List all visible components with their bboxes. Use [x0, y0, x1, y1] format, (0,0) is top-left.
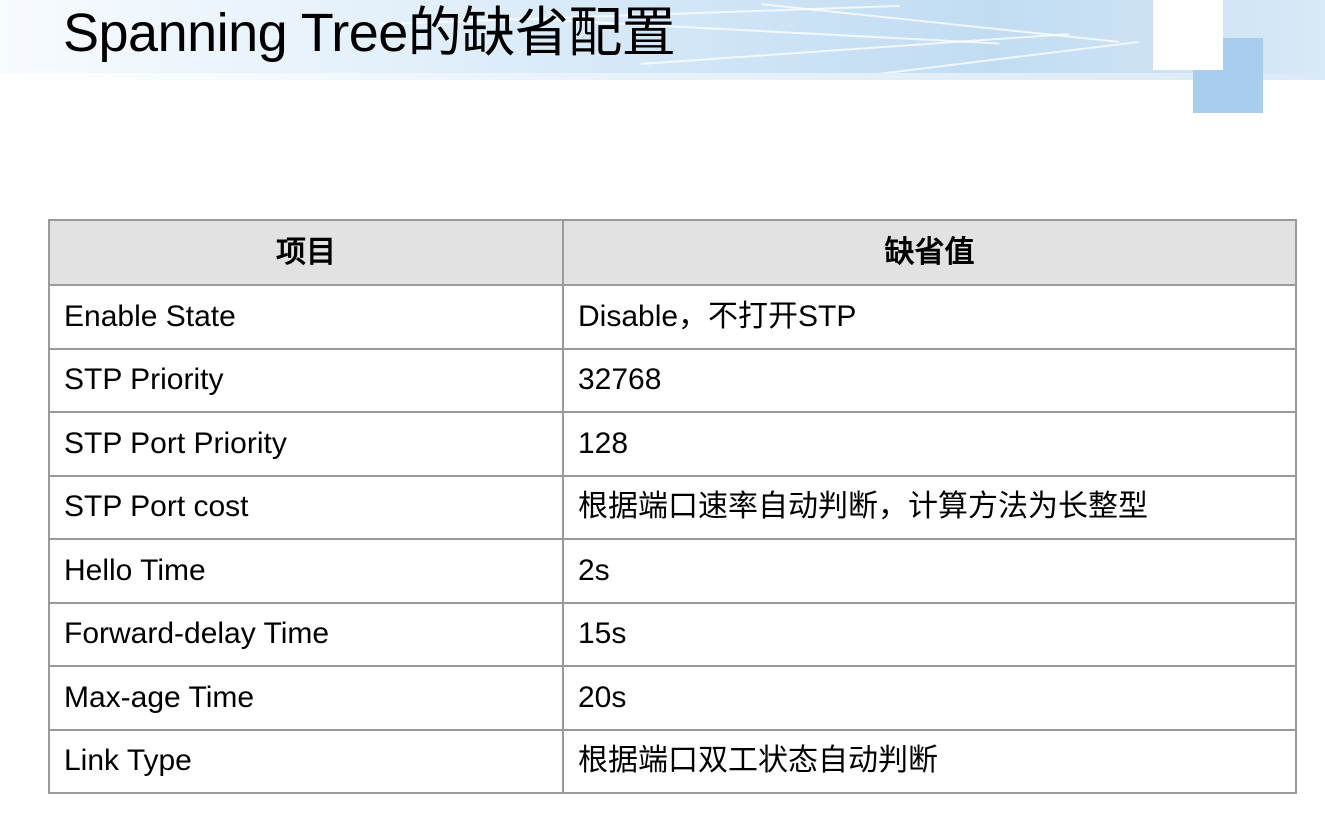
value-cell: 20s: [562, 665, 1297, 731]
column-header-default-value: 缺省值: [562, 219, 1297, 286]
value-cell: 根据端口速率自动判断，计算方法为长整型: [562, 474, 1297, 540]
table-row: Forward-delay Time 15s: [48, 601, 1297, 667]
item-cell: STP Port Priority: [48, 411, 564, 477]
table-row: Max-age Time 20s: [48, 665, 1297, 731]
value-cell: 128: [562, 411, 1297, 477]
item-cell: Forward-delay Time: [48, 601, 564, 667]
value-cell: 2s: [562, 538, 1297, 604]
table-row: Hello Time 2s: [48, 538, 1297, 604]
table-row: Link Type 根据端口双工状态自动判断: [48, 728, 1297, 794]
banner-streak: [760, 3, 1120, 43]
item-cell: Enable State: [48, 284, 564, 350]
item-cell: Max-age Time: [48, 665, 564, 731]
table-row: STP Port cost 根据端口速率自动判断，计算方法为长整型: [48, 474, 1297, 540]
decorative-square-white: [1153, 0, 1223, 70]
table-row: Enable State Disable，不打开STP: [48, 284, 1297, 350]
table-row: STP Port Priority 128: [48, 411, 1297, 477]
item-cell: STP Port cost: [48, 474, 564, 540]
value-cell: 32768: [562, 347, 1297, 413]
value-cell: 15s: [562, 601, 1297, 667]
item-cell: Hello Time: [48, 538, 564, 604]
value-cell: 根据端口双工状态自动判断: [562, 728, 1297, 794]
slide-title: Spanning Tree的缺省配置: [63, 3, 676, 63]
item-cell: Link Type: [48, 728, 564, 794]
item-cell: STP Priority: [48, 347, 564, 413]
default-config-table: 项目 缺省值 Enable State Disable，不打开STP STP P…: [48, 219, 1297, 794]
table-row: STP Priority 32768: [48, 347, 1297, 413]
value-cell: Disable，不打开STP: [562, 284, 1297, 350]
column-header-item: 项目: [48, 219, 564, 286]
table-header-row: 项目 缺省值: [48, 219, 1297, 286]
banner-streak: [640, 33, 1070, 65]
banner-base: [0, 73, 1325, 80]
